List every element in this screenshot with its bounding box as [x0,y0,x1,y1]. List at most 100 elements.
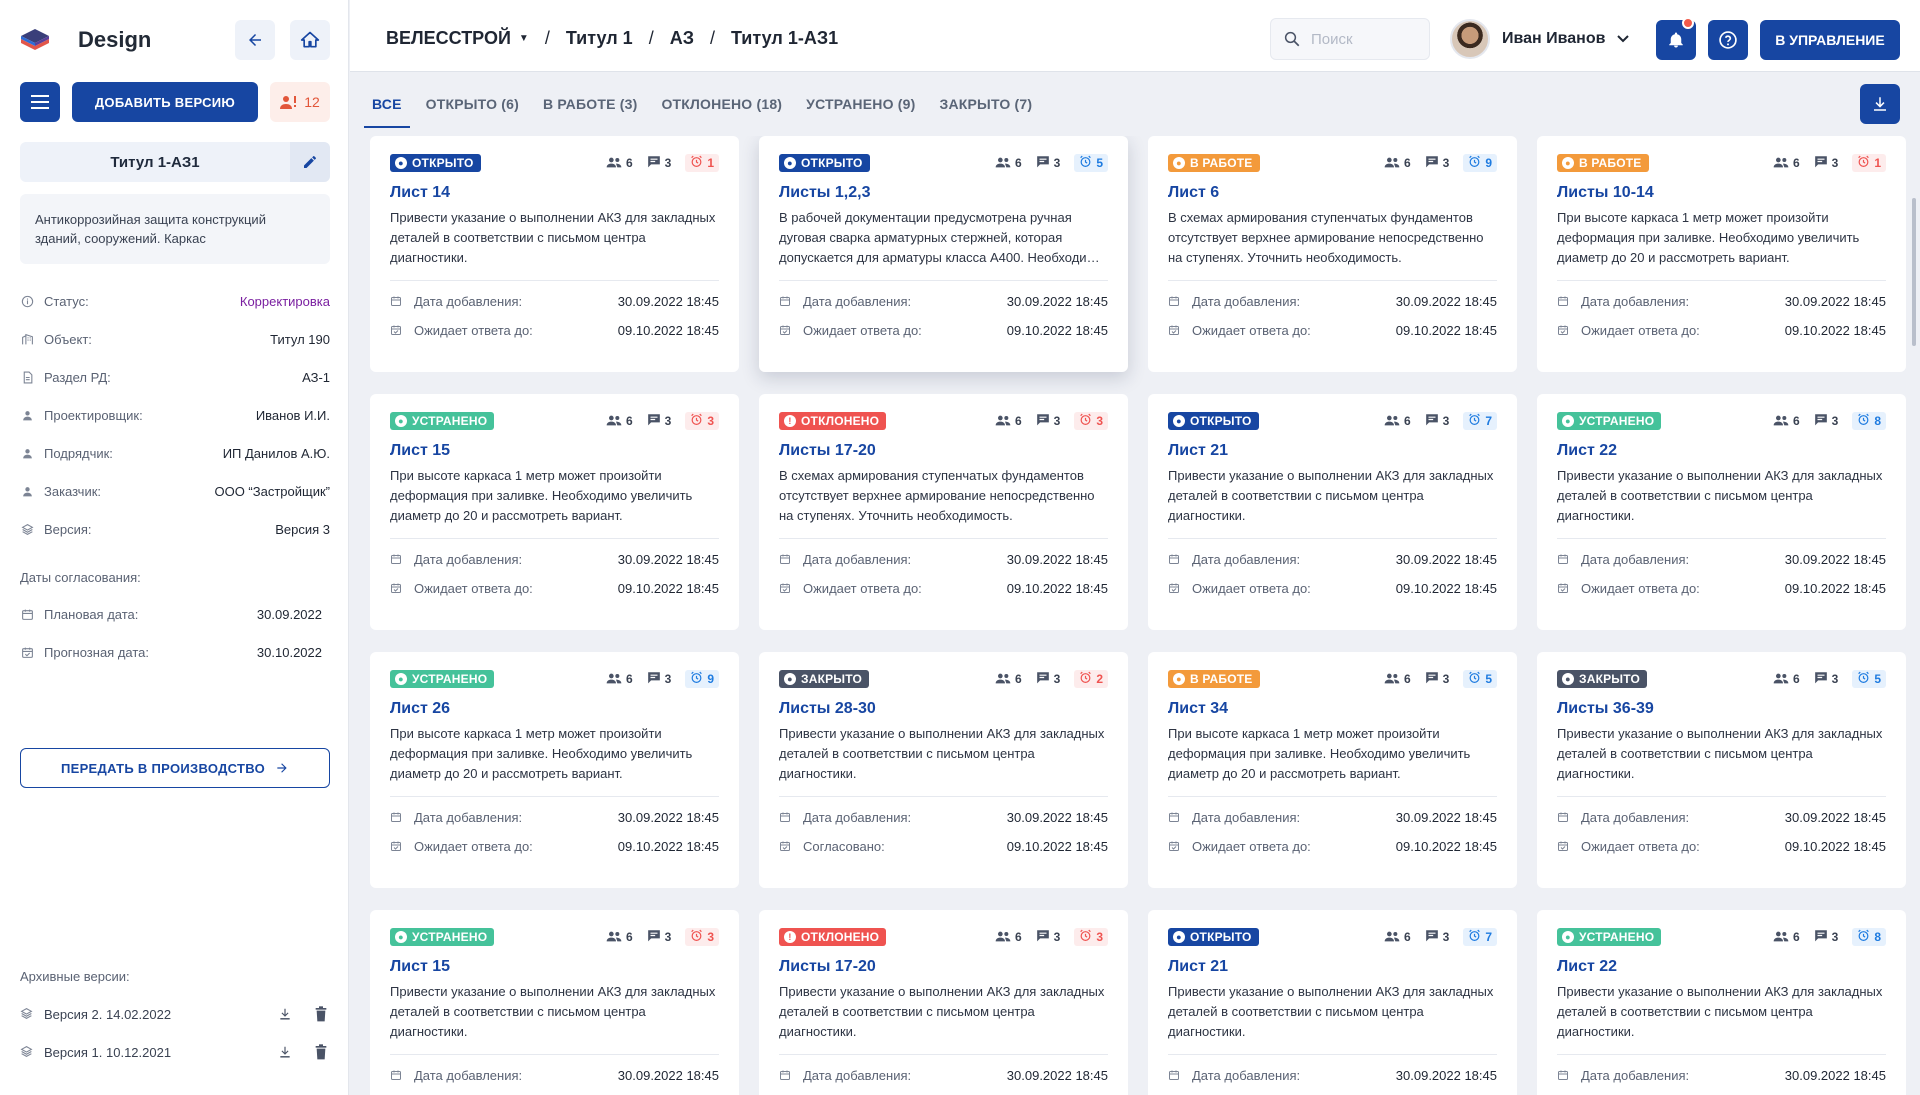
deadline-value: 8 [1874,930,1881,944]
remark-card[interactable]: ● ОТКРЫТО 6 3 5 Листы 1,2,3 В рабочей документ… [759,136,1128,372]
remark-card[interactable]: ● ОТКРЫТО 6 3 1 Лист 14 Привести указание о вы… [370,136,739,372]
remark-card[interactable]: ● В РАБОТЕ 6 3 1 Листы 10-14 При высоте каркас… [1537,136,1906,372]
remarks-counter-button[interactable]: 12 [270,82,330,122]
remark-card[interactable]: ● УСТРАНЕНО 6 3 9 Лист 26 При высоте каркаса 1… [370,652,739,888]
added-date-value: 30.09.2022 18:45 [1784,293,1886,309]
added-date-row: Дата добавления: 30.09.2022 18:45 [1557,1066,1886,1084]
card-title[interactable]: Лист 26 [390,700,719,718]
card-title[interactable]: Листы 28-30 [779,700,1108,718]
card-title[interactable]: Лист 22 [1557,442,1886,460]
card-title[interactable]: Лист 21 [1168,442,1497,460]
card-title[interactable]: Листы 17-20 [779,958,1108,976]
breadcrumb-title[interactable]: Титул 1 [566,28,633,49]
search-input[interactable] [1311,30,1421,48]
status-badge: ● ОТКРЫТО [779,154,870,172]
edit-title-button[interactable] [290,142,330,182]
user-name: Иван Иванов [1502,30,1606,47]
status-label: ЗАКРЫТО [801,672,863,686]
remark-card[interactable]: ● В РАБОТЕ 6 3 5 Лист 34 При высоте каркаса 1 … [1148,652,1517,888]
tab-status[interactable]: ОТКЛОНЕНО (18) [661,80,782,128]
due-date-label: Ожидает ответа до: [1581,580,1700,596]
card-title[interactable]: Лист 6 [1168,184,1497,202]
download-button[interactable] [1860,84,1900,124]
deadline-value: 8 [1874,414,1881,428]
remark-card[interactable]: ● ЗАКРЫТО 6 3 5 Листы 36-39 Привести указание … [1537,652,1906,888]
info-row: Версия: Версия 3 [20,510,330,548]
breadcrumb-section[interactable]: АЗ [670,28,694,49]
remark-card[interactable]: ! ОТКЛОНЕНО 6 3 3 Листы 17-20 В схемах армиров… [759,394,1128,630]
download-icon[interactable] [276,1043,294,1061]
trash-icon[interactable] [312,1005,330,1023]
participants-value: 6 [1792,672,1800,686]
added-date-value: 30.09.2022 18:45 [617,1067,719,1083]
card-title[interactable]: Лист 21 [1168,958,1497,976]
participants-count: 6 [1384,672,1411,687]
manage-button[interactable]: В УПРАВЛЕНИЕ [1760,20,1900,60]
status-badge: ! ОТКЛОНЕНО [779,928,887,946]
help-button[interactable] [1708,20,1748,60]
remark-card[interactable]: ● УСТРАНЕНО 6 3 3 Лист 15 При высоте каркаса 1… [370,394,739,630]
archive-item[interactable]: Версия 2. 14.02.2022 [20,995,330,1033]
card-title[interactable]: Лист 15 [390,442,719,460]
remark-card[interactable]: ● УСТРАНЕНО 6 3 3 Лист 15 Привести указание о … [370,910,739,1095]
comments-value: 3 [1442,930,1450,944]
remark-card[interactable]: ● ЗАКРЫТО 6 3 2 Листы 28-30 Привести указание … [759,652,1128,888]
card-title[interactable]: Лист 34 [1168,700,1497,718]
calendar-icon [1557,553,1569,565]
chevron-down-icon [1617,35,1630,43]
remark-card[interactable]: ! ОТКЛОНЕНО 6 3 3 Листы 17-20 Привести указани… [759,910,1128,1095]
added-date-label: Дата добавления: [803,809,912,825]
notifications-button[interactable] [1656,17,1696,60]
calendar-icon [1557,811,1569,823]
due-date-label: Ожидает ответа до: [1192,322,1311,338]
tab-status[interactable]: ЗАКРЫТО (7) [939,80,1032,128]
info-value: ИП Данилов А.Ю. [222,445,330,461]
card-title[interactable]: Листы 17-20 [779,442,1108,460]
people-icon [1773,930,1789,945]
tab-status[interactable]: ВСЕ [364,80,410,128]
card-title[interactable]: Листы 10-14 [1557,184,1886,202]
trash-icon[interactable] [312,1043,330,1061]
added-date-label: Дата добавления: [1192,293,1301,309]
participants-count: 6 [995,672,1022,687]
remark-card[interactable]: ● УСТРАНЕНО 6 3 8 Лист 22 Привести указание о … [1537,910,1906,1095]
back-button[interactable] [235,20,275,60]
add-version-button[interactable]: ДОБАВИТЬ ВЕРСИЮ [72,82,258,122]
alarm-clock-icon [1857,155,1870,171]
card-description: Привести указание о выполнении АКЗ для з… [390,984,716,1039]
send-to-production-button[interactable]: ПЕРЕДАТЬ В ПРОИЗВОДСТВО [20,748,330,788]
card-title[interactable]: Лист 14 [390,184,719,202]
remark-card[interactable]: ● УСТРАНЕНО 6 3 8 Лист 22 Привести указание о … [1537,394,1906,630]
participants-count: 6 [606,930,633,945]
archive-item[interactable]: Версия 1. 10.12.2021 [20,1033,330,1071]
user-menu[interactable]: Иван Иванов [1450,18,1630,60]
home-button[interactable] [290,20,330,60]
tab-status[interactable]: ОТКРЫТО (6) [426,80,519,128]
participants-count: 6 [606,156,633,171]
remark-card[interactable]: ● В РАБОТЕ 6 3 9 Лист 6 В схемах армирования с… [1148,136,1517,372]
participants-count: 6 [606,414,633,429]
added-date-label: Дата добавления: [803,551,912,567]
card-divider [1557,796,1886,797]
remark-card[interactable]: ● ОТКРЫТО 6 3 7 Лист 21 Привести указание о вы… [1148,394,1517,630]
remark-card[interactable]: ● ОТКРЫТО 6 3 7 Лист 21 Привести указание о вы… [1148,910,1517,1095]
download-icon[interactable] [276,1005,294,1023]
breadcrumb-company[interactable]: ВЕЛЕССТРОЙ [386,28,511,49]
menu-button[interactable] [20,82,60,122]
comments-value: 3 [1831,414,1839,428]
added-date-label: Дата добавления: [414,809,523,825]
card-title[interactable]: Листы 36-39 [1557,700,1886,718]
deadline-value: 2 [1096,672,1103,686]
participants-count: 6 [1384,156,1411,171]
card-title[interactable]: Лист 15 [390,958,719,976]
card-title[interactable]: Листы 1,2,3 [779,184,1108,202]
added-date-value: 30.09.2022 18:45 [617,293,719,309]
tab-status[interactable]: В РАБОТЕ (3) [543,80,637,128]
breadcrumb-separator: / [648,28,654,48]
scrollbar[interactable] [1912,198,1916,346]
tab-status[interactable]: УСТРАНЕНО (9) [806,80,915,128]
info-label: Раздел РД: [44,369,111,385]
person-icon [20,408,34,422]
chevron-down-icon[interactable]: ▼ [519,33,529,44]
card-title[interactable]: Лист 22 [1557,958,1886,976]
